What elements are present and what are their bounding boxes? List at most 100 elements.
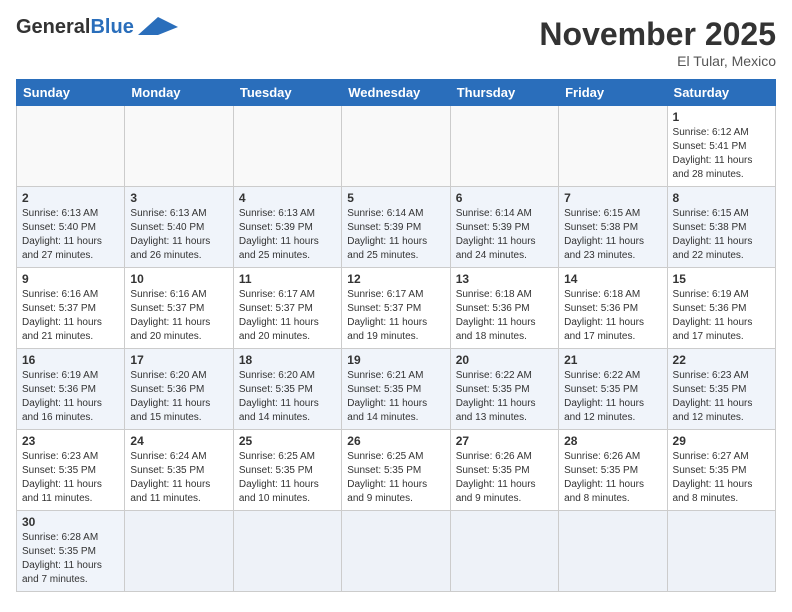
day-info: Sunrise: 6:25 AM Sunset: 5:35 PM Dayligh… (347, 450, 444, 506)
day-number: 3 (130, 191, 227, 205)
day-number: 26 (347, 434, 444, 448)
calendar-cell: 25Sunrise: 6:25 AM Sunset: 5:35 PM Dayli… (233, 430, 341, 511)
day-number: 23 (22, 434, 119, 448)
day-number: 11 (239, 272, 336, 286)
day-number: 30 (22, 515, 119, 529)
calendar-cell (125, 106, 233, 187)
day-number: 16 (22, 353, 119, 367)
day-info: Sunrise: 6:13 AM Sunset: 5:40 PM Dayligh… (22, 207, 119, 263)
day-info: Sunrise: 6:18 AM Sunset: 5:36 PM Dayligh… (564, 288, 661, 344)
calendar-cell (450, 106, 558, 187)
calendar-week-row: 23Sunrise: 6:23 AM Sunset: 5:35 PM Dayli… (17, 430, 776, 511)
calendar-cell: 20Sunrise: 6:22 AM Sunset: 5:35 PM Dayli… (450, 349, 558, 430)
day-info: Sunrise: 6:13 AM Sunset: 5:40 PM Dayligh… (130, 207, 227, 263)
day-number: 18 (239, 353, 336, 367)
calendar-cell: 7 Sunrise: 6:15 AM Sunset: 5:38 PM Daylig… (559, 187, 667, 268)
day-number: 9 (22, 272, 119, 286)
day-info: Sunrise: 6:25 AM Sunset: 5:35 PM Dayligh… (239, 450, 336, 506)
day-number: 24 (130, 434, 227, 448)
day-number: 4 (239, 191, 336, 205)
calendar-cell: 16 Sunrise: 6:19 AM Sunset: 5:36 PM Dayli… (17, 349, 125, 430)
day-info: Sunrise: 6:15 AM Sunset: 5:38 PM Dayligh… (564, 207, 661, 263)
day-info: Sunrise: 6:28 AM Sunset: 5:35 PM Dayligh… (22, 531, 119, 587)
calendar-cell: 21 Sunrise: 6:22 AM Sunset: 5:35 PM Dayli… (559, 349, 667, 430)
page-header: General Blue November 2025 El Tular, Mex… (16, 16, 776, 69)
day-number: 28 (564, 434, 661, 448)
day-number: 17 (130, 353, 227, 367)
day-info: Sunrise: 6:14 AM Sunset: 5:39 PM Dayligh… (347, 207, 444, 263)
calendar-cell: 14 Sunrise: 6:18 AM Sunset: 5:36 PM Dayli… (559, 268, 667, 349)
weekday-header-friday: Friday (559, 80, 667, 106)
calendar-cell: 3 Sunrise: 6:13 AM Sunset: 5:40 PM Daylig… (125, 187, 233, 268)
weekday-header-sunday: Sunday (17, 80, 125, 106)
weekday-header-wednesday: Wednesday (342, 80, 450, 106)
calendar-cell: 9 Sunrise: 6:16 AM Sunset: 5:37 PM Daylig… (17, 268, 125, 349)
day-info: Sunrise: 6:17 AM Sunset: 5:37 PM Dayligh… (239, 288, 336, 344)
calendar-cell: 10Sunrise: 6:16 AM Sunset: 5:37 PM Dayli… (125, 268, 233, 349)
calendar-cell: 19 Sunrise: 6:21 AM Sunset: 5:35 PM Dayli… (342, 349, 450, 430)
day-info: Sunrise: 6:12 AM Sunset: 5:41 PM Dayligh… (673, 126, 770, 182)
calendar-cell: 2 Sunrise: 6:13 AM Sunset: 5:40 PM Daylig… (17, 187, 125, 268)
calendar-cell: 5Sunrise: 6:14 AM Sunset: 5:39 PM Daylig… (342, 187, 450, 268)
day-info: Sunrise: 6:15 AM Sunset: 5:38 PM Dayligh… (673, 207, 770, 263)
calendar-cell: 30 Sunrise: 6:28 AM Sunset: 5:35 PM Dayli… (17, 511, 125, 592)
calendar-header-row: SundayMondayTuesdayWednesdayThursdayFrid… (17, 80, 776, 106)
day-info: Sunrise: 6:20 AM Sunset: 5:35 PM Dayligh… (239, 369, 336, 425)
day-number: 19 (347, 353, 444, 367)
day-number: 15 (673, 272, 770, 286)
calendar-cell: 1 Sunrise: 6:12 AM Sunset: 5:41 PM Daylig… (667, 106, 775, 187)
calendar-cell (17, 106, 125, 187)
calendar-cell (450, 511, 558, 592)
day-info: Sunrise: 6:14 AM Sunset: 5:39 PM Dayligh… (456, 207, 553, 263)
logo: General Blue (16, 16, 178, 39)
calendar-cell: 11 Sunrise: 6:17 AM Sunset: 5:37 PM Dayli… (233, 268, 341, 349)
calendar-week-row: 30 Sunrise: 6:28 AM Sunset: 5:35 PM Dayli… (17, 511, 776, 592)
calendar-cell: 4 Sunrise: 6:13 AM Sunset: 5:39 PM Daylig… (233, 187, 341, 268)
day-info: Sunrise: 6:19 AM Sunset: 5:36 PM Dayligh… (22, 369, 119, 425)
logo-blue: Blue (90, 16, 133, 39)
day-number: 2 (22, 191, 119, 205)
day-number: 29 (673, 434, 770, 448)
day-number: 14 (564, 272, 661, 286)
title-block: November 2025 El Tular, Mexico (539, 16, 776, 69)
day-info: Sunrise: 6:19 AM Sunset: 5:36 PM Dayligh… (673, 288, 770, 344)
calendar-cell: 26 Sunrise: 6:25 AM Sunset: 5:35 PM Dayli… (342, 430, 450, 511)
calendar-week-row: 9 Sunrise: 6:16 AM Sunset: 5:37 PM Daylig… (17, 268, 776, 349)
location: El Tular, Mexico (539, 53, 776, 69)
day-info: Sunrise: 6:16 AM Sunset: 5:37 PM Dayligh… (22, 288, 119, 344)
day-number: 10 (130, 272, 227, 286)
day-info: Sunrise: 6:27 AM Sunset: 5:35 PM Dayligh… (673, 450, 770, 506)
day-info: Sunrise: 6:23 AM Sunset: 5:35 PM Dayligh… (673, 369, 770, 425)
calendar-cell: 27Sunrise: 6:26 AM Sunset: 5:35 PM Dayli… (450, 430, 558, 511)
calendar-cell: 6 Sunrise: 6:14 AM Sunset: 5:39 PM Daylig… (450, 187, 558, 268)
day-number: 12 (347, 272, 444, 286)
calendar-cell (342, 511, 450, 592)
day-info: Sunrise: 6:22 AM Sunset: 5:35 PM Dayligh… (456, 369, 553, 425)
calendar-cell (559, 106, 667, 187)
calendar-cell: 12Sunrise: 6:17 AM Sunset: 5:37 PM Dayli… (342, 268, 450, 349)
day-info: Sunrise: 6:24 AM Sunset: 5:35 PM Dayligh… (130, 450, 227, 506)
calendar-week-row: 1 Sunrise: 6:12 AM Sunset: 5:41 PM Daylig… (17, 106, 776, 187)
day-number: 1 (673, 110, 770, 124)
calendar-cell: 15 Sunrise: 6:19 AM Sunset: 5:36 PM Dayli… (667, 268, 775, 349)
day-info: Sunrise: 6:21 AM Sunset: 5:35 PM Dayligh… (347, 369, 444, 425)
calendar-cell: 8Sunrise: 6:15 AM Sunset: 5:38 PM Daylig… (667, 187, 775, 268)
day-number: 6 (456, 191, 553, 205)
day-info: Sunrise: 6:13 AM Sunset: 5:39 PM Dayligh… (239, 207, 336, 263)
calendar-cell (559, 511, 667, 592)
calendar-cell (125, 511, 233, 592)
day-info: Sunrise: 6:20 AM Sunset: 5:36 PM Dayligh… (130, 369, 227, 425)
weekday-header-tuesday: Tuesday (233, 80, 341, 106)
logo-icon (138, 17, 178, 35)
day-number: 7 (564, 191, 661, 205)
day-info: Sunrise: 6:18 AM Sunset: 5:36 PM Dayligh… (456, 288, 553, 344)
calendar-cell (342, 106, 450, 187)
day-number: 21 (564, 353, 661, 367)
logo-general: General (16, 16, 90, 39)
day-info: Sunrise: 6:22 AM Sunset: 5:35 PM Dayligh… (564, 369, 661, 425)
weekday-header-thursday: Thursday (450, 80, 558, 106)
calendar-cell: 13Sunrise: 6:18 AM Sunset: 5:36 PM Dayli… (450, 268, 558, 349)
month-title: November 2025 (539, 16, 776, 53)
calendar-cell: 24 Sunrise: 6:24 AM Sunset: 5:35 PM Dayli… (125, 430, 233, 511)
calendar-cell: 18 Sunrise: 6:20 AM Sunset: 5:35 PM Dayli… (233, 349, 341, 430)
